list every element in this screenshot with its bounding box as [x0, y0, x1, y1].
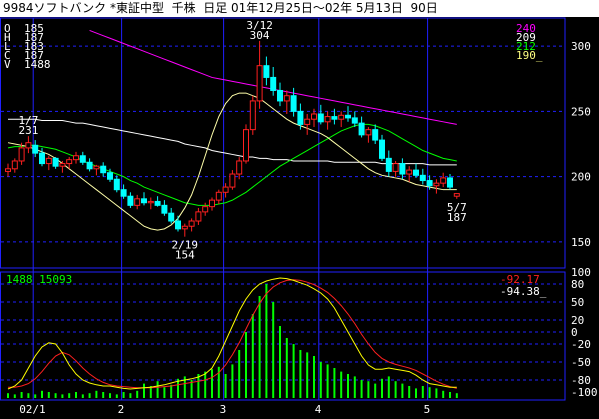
candle-body	[134, 198, 141, 206]
candle-body	[297, 110, 304, 125]
grid	[0, 17, 566, 401]
candle-body	[379, 139, 385, 159]
candle-body	[45, 157, 52, 165]
candle-body	[392, 163, 399, 172]
candle-body	[222, 186, 229, 193]
candle-body	[93, 165, 100, 170]
candle-body	[426, 180, 433, 187]
candle-body	[263, 65, 270, 78]
candle-body	[453, 193, 460, 197]
x-tick-label: 02/1	[19, 403, 46, 416]
annotation-value: 187	[447, 211, 467, 224]
candle-body	[256, 65, 263, 102]
candle-body	[372, 129, 379, 141]
candle-body	[399, 163, 406, 175]
candle-body	[358, 122, 365, 136]
candle-body	[141, 198, 147, 204]
x-tick-label: 5	[424, 403, 431, 416]
candle-body	[331, 116, 338, 120]
x-tick-label: 4	[315, 403, 322, 416]
ohlcv-label: V	[4, 58, 11, 71]
candle-body	[270, 76, 277, 91]
osc-legend-slow: -94.38_	[500, 285, 547, 298]
candle-body	[147, 200, 154, 204]
candle-body	[406, 169, 413, 175]
osc-tick-label: 80	[571, 278, 584, 291]
osc-tick-label: -50	[571, 356, 591, 369]
candle-body	[311, 113, 317, 120]
candle-body	[66, 159, 73, 165]
candle-body	[413, 169, 419, 176]
candle-body	[5, 168, 11, 172]
x-tick-label: 2	[118, 403, 125, 416]
price-panel	[5, 29, 460, 237]
osc-tick-label: 50	[571, 296, 584, 309]
candle-body	[181, 225, 188, 230]
price-tick-label: 200	[571, 171, 591, 184]
candle-body	[127, 195, 134, 206]
osc-tick-label: -20	[571, 338, 591, 351]
candle-body	[18, 147, 25, 162]
candle-body	[317, 113, 324, 123]
candle-body	[188, 220, 195, 227]
candle-body	[86, 161, 93, 170]
x-tick-label: 3	[220, 403, 227, 416]
price-tick-label: 150	[571, 236, 591, 249]
candle-body	[195, 211, 202, 222]
candle-body	[209, 199, 215, 208]
price-tick-label: 250	[571, 105, 591, 118]
candle-body	[175, 220, 181, 230]
candle-body	[229, 173, 236, 188]
candle-body	[59, 163, 66, 167]
candle-body	[100, 165, 107, 174]
candle-body	[11, 160, 18, 170]
candle-body	[365, 129, 372, 136]
candle-body	[73, 155, 79, 161]
price-panel-border	[0, 17, 566, 269]
ohlcv-value: 1488	[24, 58, 51, 71]
candle-body	[52, 157, 59, 167]
candle-body	[107, 172, 113, 180]
candle-body	[433, 182, 440, 187]
stock-chart: 02/1 2 3 4 51502002503001008050200-20-50-80-…	[0, 17, 598, 416]
annotation-value: 304	[250, 29, 270, 42]
candle-body	[324, 116, 331, 123]
candle-body	[215, 191, 222, 201]
candle-body	[385, 157, 392, 172]
candle-body	[447, 177, 453, 188]
candle-body	[39, 152, 45, 165]
price-tick-label: 300	[571, 40, 591, 53]
candle-body	[236, 160, 243, 175]
candle-body	[283, 95, 290, 102]
candle-body	[79, 155, 86, 163]
candle-body	[161, 204, 168, 214]
candle-body	[25, 142, 32, 149]
candle-body	[249, 100, 256, 131]
candle-body	[338, 114, 345, 120]
candle-body	[440, 177, 447, 184]
candle-body	[32, 144, 39, 154]
candle-body	[168, 212, 175, 222]
ma-legend-value: 190_	[516, 49, 543, 62]
osc-tick-label: -100	[571, 386, 598, 399]
candle-body	[345, 114, 351, 119]
volume-legend: 1488 15093	[6, 273, 72, 286]
annotation-value: 231	[18, 124, 38, 137]
candle-body	[243, 129, 249, 162]
candle-body	[290, 95, 297, 112]
annotation-value: 154	[175, 249, 195, 262]
candle-body	[304, 118, 311, 125]
candle-body	[154, 200, 161, 206]
candle-body	[351, 117, 358, 124]
candle-body	[277, 89, 283, 102]
candle-body	[202, 206, 209, 213]
candle-body	[120, 189, 127, 197]
candle-body	[113, 178, 120, 191]
candle-body	[419, 174, 426, 182]
